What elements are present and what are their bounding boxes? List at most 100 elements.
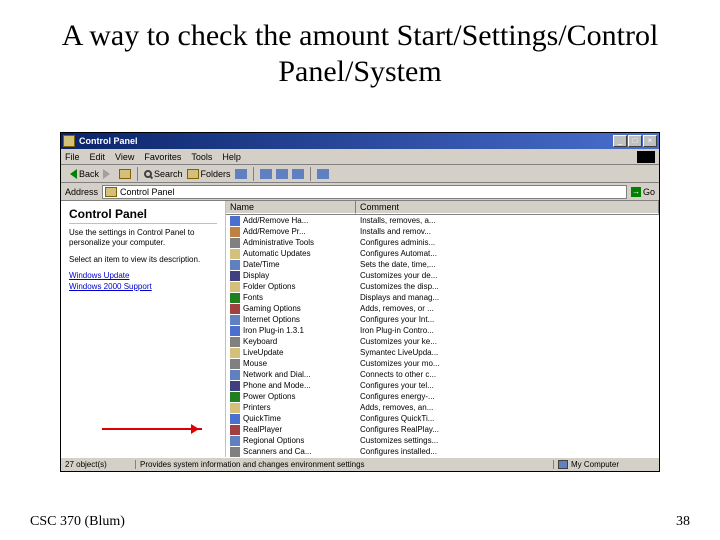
misc-icon (260, 169, 272, 179)
item-comment: Installs, removes, a... (356, 216, 659, 225)
list-item[interactable]: PrintersAdds, removes, an... (226, 402, 659, 413)
item-comment: Configures QuickTi... (356, 414, 659, 423)
close-button[interactable]: × (643, 135, 657, 147)
menu-help[interactable]: Help (222, 152, 241, 162)
list-item[interactable]: MouseCustomizes your mo... (226, 358, 659, 369)
item-icon (230, 260, 240, 270)
list-item[interactable]: KeyboardCustomizes your ke... (226, 336, 659, 347)
item-icon (230, 436, 240, 446)
col-name[interactable]: Name (226, 201, 356, 214)
callout-arrow (102, 428, 202, 430)
computer-icon (558, 460, 568, 469)
column-headers: Name Comment (226, 201, 659, 215)
status-location: My Computer (554, 460, 659, 469)
tb-btn-1[interactable] (260, 169, 272, 179)
list-item[interactable]: Folder OptionsCustomizes the disp... (226, 281, 659, 292)
menu-edit[interactable]: Edit (90, 152, 106, 162)
item-icon (230, 315, 240, 325)
item-icon (230, 403, 240, 413)
item-icon (230, 337, 240, 347)
item-comment: Configures energy-... (356, 392, 659, 401)
folder-up-icon (119, 169, 131, 179)
content-area: Control Panel Use the settings in Contro… (61, 201, 659, 457)
list-item[interactable]: RealPlayerConfigures RealPlay... (226, 424, 659, 435)
list-pane: Name Comment Add/Remove Ha...Installs, r… (226, 201, 659, 457)
list-item[interactable]: QuickTimeConfigures QuickTi... (226, 413, 659, 424)
item-icon (230, 381, 240, 391)
search-button[interactable]: Search (144, 169, 183, 179)
misc-icon (292, 169, 304, 179)
list-item[interactable]: DisplayCustomizes your de... (226, 270, 659, 281)
item-icon (230, 447, 240, 457)
list-item[interactable]: Internet OptionsConfigures your Int... (226, 314, 659, 325)
windows-support-link[interactable]: Windows 2000 Support (69, 282, 217, 292)
list-item[interactable]: Add/Remove Pr... Installs and remov... (226, 226, 659, 237)
item-comment: Installs and remov... (356, 227, 659, 236)
list-item[interactable]: Automatic UpdatesConfigures Automat... (226, 248, 659, 259)
item-name: Fonts (243, 293, 263, 302)
list-item[interactable]: Power Options Configures energy-... (226, 391, 659, 402)
misc-icon (276, 169, 288, 179)
forward-button[interactable] (103, 169, 115, 179)
item-comment: Symantec LiveUpda... (356, 348, 659, 357)
menu-view[interactable]: View (115, 152, 134, 162)
slide-footer-left: CSC 370 (Blum) (30, 514, 125, 530)
pane-heading: Control Panel (69, 207, 217, 224)
tb-btn-3[interactable] (292, 169, 304, 179)
list-item[interactable]: Iron Plug-in 1.3.1Iron Plug-in Contro... (226, 325, 659, 336)
folders-button[interactable]: Folders (187, 169, 231, 179)
col-comment[interactable]: Comment (356, 201, 659, 214)
menu-file[interactable]: File (65, 152, 80, 162)
item-icon (230, 304, 240, 314)
minimize-button[interactable]: _ (613, 135, 627, 147)
list-item[interactable]: Scanners and Ca... Configures installed..… (226, 446, 659, 457)
up-button[interactable] (119, 169, 131, 179)
item-icon (230, 414, 240, 424)
item-icon (230, 249, 240, 259)
item-icon (230, 326, 240, 336)
list-item[interactable]: LiveUpdateSymantec LiveUpda... (226, 347, 659, 358)
item-icon (230, 238, 240, 248)
tb-btn-4[interactable] (317, 169, 329, 179)
list-item[interactable]: Add/Remove Ha...Installs, removes, a... (226, 215, 659, 226)
menu-tools[interactable]: Tools (191, 152, 212, 162)
slide-title: A way to check the amount Start/Settings… (0, 0, 720, 98)
item-icon (230, 425, 240, 435)
arrow-right-icon (103, 169, 115, 179)
toolbar: Back Search Folders (61, 165, 659, 183)
list-item[interactable]: Date/TimeSets the date, time,... (226, 259, 659, 270)
item-name: Folder Options (243, 282, 295, 291)
maximize-button[interactable]: □ (628, 135, 642, 147)
menubar: File Edit View Favorites Tools Help (61, 149, 659, 165)
list-item[interactable]: Network and Dial...Connects to other c..… (226, 369, 659, 380)
address-value: Control Panel (120, 187, 175, 197)
item-name: Administrative Tools (243, 238, 314, 247)
address-input[interactable]: Control Panel (102, 185, 627, 199)
menu-favorites[interactable]: Favorites (144, 152, 181, 162)
item-comment: Sets the date, time,... (356, 260, 659, 269)
item-name: Phone and Mode... (243, 381, 311, 390)
control-panel-window: Control Panel _ □ × File Edit View Favor… (60, 132, 660, 472)
item-comment: Adds, removes, or ... (356, 304, 659, 313)
address-label: Address (65, 187, 98, 197)
item-name: Add/Remove Pr... (243, 227, 306, 236)
item-name: Power Options (243, 392, 295, 401)
item-name: Scanners and Ca... (243, 447, 311, 456)
list-item[interactable]: FontsDisplays and manag... (226, 292, 659, 303)
item-comment: Configures adminis... (356, 238, 659, 247)
history-button[interactable] (235, 169, 247, 179)
list-item[interactable]: Administrative Tools Configures adminis..… (226, 237, 659, 248)
windows-update-link[interactable]: Windows Update (69, 271, 217, 281)
item-comment: Configures installed... (356, 447, 659, 456)
cp-folder-icon (105, 187, 117, 197)
list-item[interactable]: Regional OptionsCustomizes settings... (226, 435, 659, 446)
item-icon (230, 392, 240, 402)
tb-btn-2[interactable] (276, 169, 288, 179)
titlebar[interactable]: Control Panel _ □ × (61, 133, 659, 149)
item-icon (230, 370, 240, 380)
back-button[interactable]: Back (65, 169, 99, 179)
go-button[interactable]: → Go (631, 187, 655, 197)
list-item[interactable]: Gaming OptionsAdds, removes, or ... (226, 303, 659, 314)
status-text: Provides system information and changes … (136, 460, 554, 469)
list-item[interactable]: Phone and Mode...Configures your tel... (226, 380, 659, 391)
